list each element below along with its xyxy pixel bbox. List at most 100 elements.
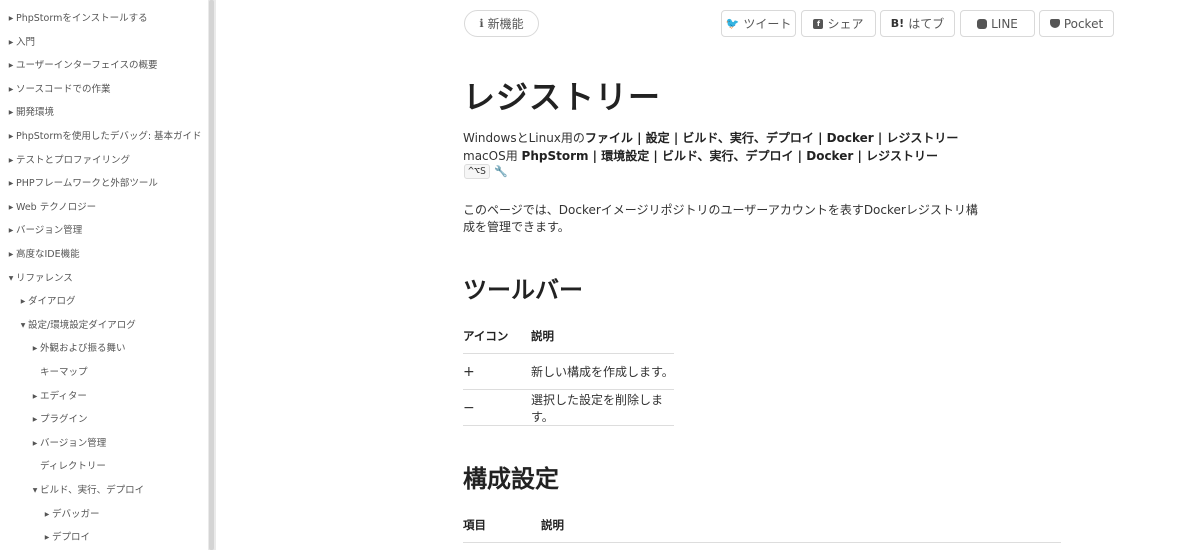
- facebook-share-label: シェア: [827, 17, 864, 31]
- toolbar-table: アイコン 説明 + 新しい構成を作成します。 − 選択した設定を削除します。: [463, 319, 674, 426]
- sidebar-item-label: 設定/環境設定ダイアログ: [28, 319, 136, 331]
- sidebar-item-label: 入門: [16, 36, 36, 48]
- sidebar-item[interactable]: ▶ デプロイ: [42, 529, 90, 547]
- windows-menu-path-value: ファイル | 設定 | ビルド、実行、デプロイ | Docker | レジストリ…: [584, 131, 959, 145]
- wrench-icon[interactable]: 🔧: [494, 165, 508, 178]
- sidebar-item[interactable]: ▶ 開発環境: [6, 104, 54, 122]
- info-icon: ℹ: [479, 17, 484, 30]
- sidebar-item-label: ビルド、実行、デプロイ: [40, 485, 145, 496]
- caret-right-icon[interactable]: ▶: [6, 104, 16, 122]
- sidebar-item[interactable]: ▶ PhpStormをインストールする: [6, 10, 148, 28]
- sidebar-item[interactable]: ▶ プラグイン: [30, 411, 88, 429]
- sidebar-item-label: 高度なIDE機能: [16, 249, 80, 260]
- sidebar-item-label: リファレンス: [16, 272, 73, 284]
- sidebar-item-label: PhpStormをインストールする: [16, 13, 148, 24]
- table-header-row: アイコン 説明: [463, 319, 674, 354]
- caret-right-icon[interactable]: ▶: [6, 222, 16, 240]
- caret-right-icon[interactable]: ▶: [30, 388, 40, 406]
- tweet-button[interactable]: 🐦 ツイート: [721, 10, 796, 37]
- caret-right-icon[interactable]: ▶: [42, 529, 52, 547]
- add-icon: +: [463, 353, 531, 390]
- sidebar-item[interactable]: ▼ ビルド、実行、デプロイ: [30, 482, 144, 500]
- table-row: + 新しい構成を作成します。: [463, 353, 674, 390]
- sidebar-item-label: ディレクトリー: [40, 461, 106, 473]
- caret-right-icon[interactable]: ▶: [30, 340, 40, 358]
- sidebar-item-label: PHPフレームワークと外部ツール: [16, 178, 158, 190]
- main-content: ℹ 新機能 🐦 ツイート f シェア B! はてブ LINE Pocket レジ…: [216, 0, 1200, 550]
- sidebar-item-label: デバッガー: [52, 508, 100, 520]
- caret-right-icon[interactable]: ▶: [6, 81, 16, 99]
- mac-menu-prefix: macOS用: [463, 149, 522, 163]
- sidebar-item-label: プラグイン: [40, 414, 88, 426]
- sidebar-item[interactable]: ▶ 外観および振る舞い: [30, 340, 126, 358]
- sidebar-item[interactable]: ▶ 高度なIDE機能: [6, 246, 80, 264]
- sidebar-item-label: PhpStormを使用したデバッグ: 基本ガイド: [16, 131, 202, 142]
- sidebar-item-label: ダイアログ: [28, 296, 76, 308]
- caret-right-icon[interactable]: ▶: [6, 128, 16, 146]
- caret-down-icon[interactable]: ▼: [30, 482, 40, 500]
- tweet-label: ツイート: [743, 17, 792, 31]
- pocket-button[interactable]: Pocket: [1039, 10, 1114, 37]
- table-row: − 選択した設定を削除します。: [463, 389, 674, 426]
- config-table: 項目 説明: [463, 508, 1061, 543]
- table-header-row: 項目 説明: [463, 508, 1061, 543]
- sidebar-nav: ▶ PhpStormをインストールする ▶ 入門 ▶ ユーザーインターフェイスの概要 ▶ ソー…: [0, 0, 208, 550]
- facebook-share-button[interactable]: f シェア: [801, 10, 876, 37]
- sidebar-item-label: 外観および振る舞い: [40, 343, 126, 355]
- page-description: このページでは、Dockerイメージリポジトリのユーザーアカウントを表すDock…: [463, 203, 978, 234]
- sidebar-item[interactable]: ディレクトリー: [30, 458, 106, 476]
- sidebar-item-label: バージョン管理: [16, 225, 83, 237]
- sidebar-item[interactable]: ▶ 入門: [6, 34, 35, 52]
- sidebar-item-label: デプロイ: [52, 532, 91, 544]
- caret-right-icon[interactable]: ▶: [6, 199, 16, 217]
- sidebar-item[interactable]: ▶ バージョン管理: [6, 222, 83, 240]
- sidebar-item[interactable]: ▶ テストとプロファイリング: [6, 152, 130, 170]
- line-share-button[interactable]: LINE: [960, 10, 1035, 37]
- sidebar-item[interactable]: ▶ エディター: [30, 388, 87, 406]
- sidebar-item[interactable]: ▶ デバッガー: [42, 506, 100, 524]
- sidebar-item[interactable]: ▶ ダイアログ: [18, 293, 76, 311]
- caret-down-icon[interactable]: ▼: [18, 317, 28, 335]
- windows-menu-path: WindowsとLinux用のファイル | 設定 | ビルド、実行、デプロイ |…: [463, 129, 958, 146]
- sidebar-item[interactable]: ▼ 設定/環境設定ダイアログ: [18, 317, 136, 335]
- caret-right-icon[interactable]: ▶: [6, 246, 16, 264]
- sidebar-item[interactable]: キーマップ: [30, 364, 88, 382]
- sidebar-item[interactable]: ▶ ユーザーインターフェイスの概要: [6, 57, 158, 75]
- caret-right-icon[interactable]: ▶: [30, 411, 40, 429]
- sidebar-item[interactable]: ▶ バージョン管理: [30, 435, 107, 453]
- config-heading: 構成設定: [463, 465, 559, 493]
- sidebar-item[interactable]: ▶ ソースコードでの作業: [6, 81, 111, 99]
- mac-menu-path: macOS用 PhpStorm | 環境設定 | ビルド、実行、デプロイ | D…: [463, 147, 938, 164]
- mac-menu-path-value: PhpStorm | 環境設定 | ビルド、実行、デプロイ | Docker |…: [521, 149, 939, 163]
- sidebar-item-label: キーマップ: [40, 367, 88, 378]
- caret-down-icon[interactable]: ▼: [6, 270, 16, 288]
- caret-right-icon[interactable]: ▶: [6, 175, 16, 193]
- sidebar-item-label: バージョン管理: [40, 437, 107, 449]
- sidebar-item[interactable]: ▼ リファレンス: [6, 270, 73, 288]
- hatena-bookmark-button[interactable]: B! はてブ: [880, 10, 955, 37]
- scrollbar-thumb[interactable]: [209, 0, 214, 550]
- caret-right-icon[interactable]: ▶: [30, 435, 40, 453]
- facebook-f-icon: f: [813, 18, 824, 29]
- caret-right-icon[interactable]: ▶: [6, 152, 16, 170]
- caret-right-icon[interactable]: ▶: [42, 506, 52, 524]
- new-features-button[interactable]: ℹ 新機能: [464, 10, 539, 37]
- column-header-description: 説明: [531, 319, 674, 354]
- twitter-bird-icon: 🐦: [725, 17, 740, 30]
- caret-right-icon[interactable]: ▶: [6, 57, 16, 75]
- sidebar-item-label: Web テクノロジー: [16, 201, 97, 213]
- pocket-icon: [1049, 19, 1060, 28]
- caret-right-icon[interactable]: ▶: [6, 10, 16, 28]
- caret-right-icon[interactable]: ▶: [6, 34, 16, 52]
- sidebar-item-label: テストとプロファイリング: [16, 154, 131, 166]
- sidebar-item[interactable]: ▶ PHPフレームワークと外部ツール: [6, 175, 158, 193]
- line-icon: [977, 18, 988, 29]
- page-title: レジストリー: [463, 78, 662, 116]
- sidebar-item[interactable]: ▶ Web テクノロジー: [6, 199, 96, 217]
- sidebar-scrollbar[interactable]: [208, 0, 216, 550]
- caret-right-icon[interactable]: ▶: [18, 293, 28, 311]
- sidebar-item[interactable]: ▶ PhpStormを使用したデバッグ: 基本ガイド: [6, 128, 202, 146]
- windows-menu-prefix: WindowsとLinux用の: [463, 131, 585, 145]
- sidebar-item-label: 開発環境: [16, 107, 55, 119]
- hatena-label: はてブ: [908, 17, 945, 31]
